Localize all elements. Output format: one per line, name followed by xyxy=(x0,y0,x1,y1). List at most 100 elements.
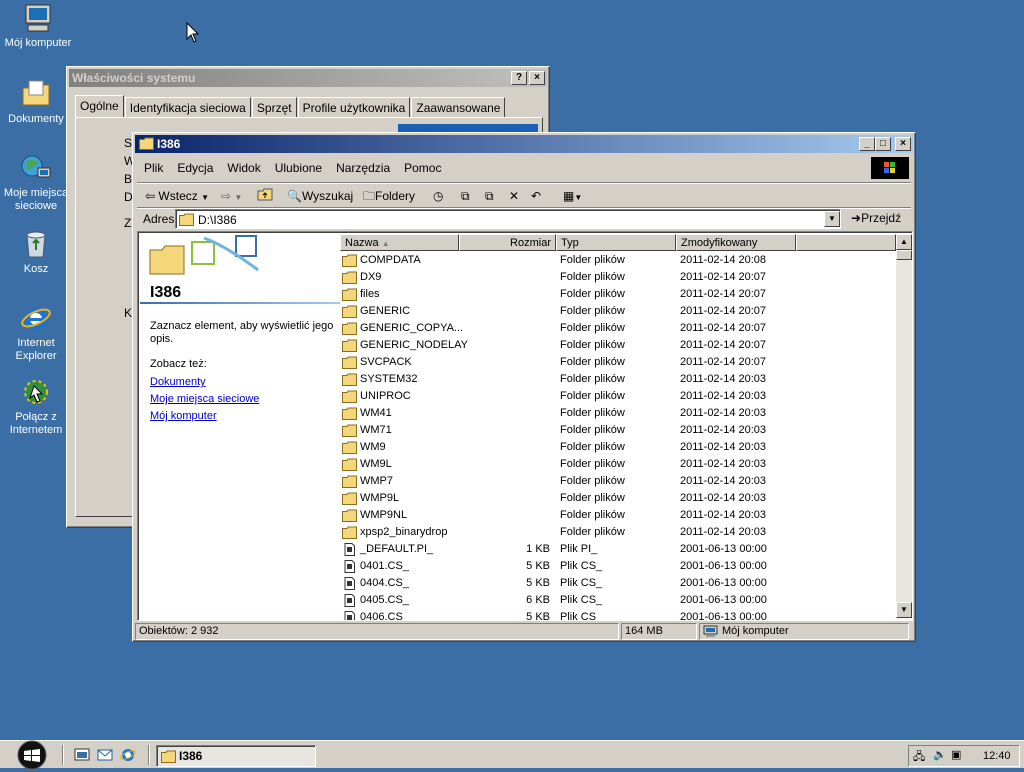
address-input[interactable]: D:\I386 ▼ xyxy=(175,209,841,229)
table-row[interactable]: WMP9L Folder plików 2011-02-14 20:03 xyxy=(340,490,896,507)
address-bar: Adres D:\I386 ▼ ➜Przejdź xyxy=(137,207,911,229)
volume-tray-icon[interactable]: 🔈 xyxy=(933,748,947,761)
column-header-type[interactable]: Typ xyxy=(556,234,676,251)
menu-help[interactable]: Pomoc xyxy=(397,157,448,179)
obscured-text: B xyxy=(124,172,133,186)
folders-button[interactable]: 🗀Foldery xyxy=(363,187,415,205)
undo-button[interactable]: ↶ xyxy=(531,187,541,205)
table-row[interactable]: COMPDATA Folder plików 2011-02-14 20:08 xyxy=(340,252,896,269)
table-row[interactable]: WMP7 Folder plików 2011-02-14 20:03 xyxy=(340,473,896,490)
desktop-icon-internet-explorer[interactable]: Internet Explorer xyxy=(0,302,74,363)
taskbar-button-i386[interactable]: I386 xyxy=(156,745,316,767)
explorer-titlebar[interactable]: I386 _ □ × xyxy=(135,135,913,153)
desktop-icon-documents[interactable]: Dokumenty xyxy=(0,78,74,126)
copy-to-button[interactable]: ⧉ xyxy=(485,187,494,205)
history-button[interactable]: ◷ xyxy=(433,187,443,205)
desktop-icon-my-computer[interactable]: Mój komputer xyxy=(0,2,76,50)
delete-button[interactable]: ✕ xyxy=(509,187,519,205)
back-button[interactable]: ⇦ Wstecz ▼ xyxy=(145,187,209,205)
folder-icon xyxy=(342,288,357,301)
monitor-tray-icon[interactable]: ▣ xyxy=(951,748,961,761)
start-button[interactable] xyxy=(10,739,54,770)
table-row[interactable]: WM9L Folder plików 2011-02-14 20:03 xyxy=(340,456,896,473)
desktop-icon-recycle-bin[interactable]: Kosz xyxy=(0,228,74,276)
desktop-icon-network-places[interactable]: Moje miejsca sieciowe xyxy=(0,152,74,213)
table-row[interactable]: GENERIC_NODELAY Folder plików 2011-02-14 2… xyxy=(340,337,896,354)
close-button[interactable]: × xyxy=(895,137,911,151)
table-row[interactable]: 0405.CS_ 6 KB Plik CS_ 2001-06-13 00:00 xyxy=(340,592,896,609)
tab-network-identification[interactable]: Identyfikacja sieciowa xyxy=(124,97,251,117)
tab-hardware[interactable]: Sprzęt xyxy=(251,97,297,117)
quicklaunch-internet-explorer[interactable] xyxy=(120,747,136,766)
link-network-places[interactable]: Moje miejsca sieciowe xyxy=(150,393,259,405)
folder-icon xyxy=(342,390,357,403)
column-header-modified[interactable]: Zmodyfikowany xyxy=(676,234,796,251)
go-button[interactable]: ➜Przejdź xyxy=(851,211,901,225)
cell-type: Folder plików xyxy=(560,305,625,317)
cell-modified: 2011-02-14 20:03 xyxy=(680,526,767,538)
clock[interactable]: 12:40 xyxy=(983,750,1011,762)
quicklaunch-outlook[interactable] xyxy=(97,747,113,766)
search-button[interactable]: 🔍Wyszukaj xyxy=(287,187,353,205)
maximize-button[interactable]: □ xyxy=(875,137,891,151)
table-row[interactable]: 0406.CS_ 5 KB Plik CS_ 2001-06-13 00:00 xyxy=(340,609,896,620)
tab-advanced[interactable]: Zaawansowane xyxy=(411,97,506,117)
file-icon xyxy=(344,577,355,590)
table-row[interactable]: 0404.CS_ 5 KB Plik CS_ 2001-06-13 00:00 xyxy=(340,575,896,592)
column-header-name[interactable]: Nazwa ▲ xyxy=(340,234,459,251)
system-properties-titlebar[interactable]: Właściwości systemu ? × xyxy=(69,69,547,87)
forward-button[interactable]: ⇨ ▼ xyxy=(221,187,242,205)
cell-type: Folder plików xyxy=(560,407,625,419)
menu-file[interactable]: Plik xyxy=(137,157,170,179)
network-tray-icon[interactable]: 🖧 xyxy=(913,748,925,767)
table-row[interactable]: files Folder plików 2011-02-14 20:07 xyxy=(340,286,896,303)
quicklaunch-show-desktop[interactable] xyxy=(74,747,90,766)
table-row[interactable]: UNIPROC Folder plików 2011-02-14 20:03 xyxy=(340,388,896,405)
cell-type: Folder plików xyxy=(560,322,625,334)
link-documents[interactable]: Dokumenty xyxy=(150,376,206,388)
table-row[interactable]: WM71 Folder plików 2011-02-14 20:03 xyxy=(340,422,896,439)
table-row[interactable]: xpsp2_binarydrop Folder plików 2011-02-14 … xyxy=(340,524,896,541)
column-header-size[interactable]: Rozmiar xyxy=(459,234,556,251)
table-row[interactable]: SYSTEM32 Folder plików 2011-02-14 20:03 xyxy=(340,371,896,388)
minimize-button[interactable]: _ xyxy=(859,137,875,151)
desktop-icon-connect-internet[interactable]: Połącz z Internetem xyxy=(0,376,74,437)
menu-tools[interactable]: Narzędzia xyxy=(329,157,397,179)
table-row[interactable]: GENERIC_COPYA... Folder plików 2011-02-14 … xyxy=(340,320,896,337)
scroll-down-button[interactable]: ▼ xyxy=(896,602,912,618)
close-button[interactable]: × xyxy=(529,71,545,85)
table-row[interactable]: WM41 Folder plików 2011-02-14 20:03 xyxy=(340,405,896,422)
desktop-icon-label: Dokumenty xyxy=(8,113,64,125)
table-row[interactable]: WM9 Folder plików 2011-02-14 20:03 xyxy=(340,439,896,456)
tab-user-profiles[interactable]: Profile użytkownika xyxy=(297,97,411,117)
status-bar: Obiektów: 2 932 164 MB Mój komputer xyxy=(135,623,913,641)
address-dropdown-button[interactable]: ▼ xyxy=(824,211,840,227)
views-button[interactable]: ▦▼ xyxy=(563,187,582,205)
up-folder-button[interactable] xyxy=(257,187,273,205)
tab-general[interactable]: Ogólne xyxy=(75,95,124,117)
window-title: I386 xyxy=(157,137,181,151)
table-row[interactable]: GENERIC Folder plików 2011-02-14 20:07 xyxy=(340,303,896,320)
menu-view[interactable]: Widok xyxy=(220,157,267,179)
menu-favorites[interactable]: Ulubione xyxy=(268,157,329,179)
cell-name: UNIPROC xyxy=(360,390,411,402)
move-to-button[interactable]: ⧉ xyxy=(461,187,470,205)
cell-type: Folder plików xyxy=(560,526,625,538)
menu-edit[interactable]: Edycja xyxy=(170,157,220,179)
copy-to-icon: ⧉ xyxy=(485,189,494,203)
vertical-scrollbar[interactable]: ▲ ▼ xyxy=(896,234,912,618)
scroll-thumb[interactable] xyxy=(896,250,912,260)
scroll-up-button[interactable]: ▲ xyxy=(896,234,912,250)
back-label: Wstecz xyxy=(158,189,198,203)
table-row[interactable]: DX9 Folder plików 2011-02-14 20:07 xyxy=(340,269,896,286)
table-row[interactable]: _DEFAULT.PI_ 1 KB Plik PI_ 2001-06-13 00:00 xyxy=(340,541,896,558)
table-row[interactable]: WMP9NL Folder plików 2011-02-14 20:03 xyxy=(340,507,896,524)
cell-name: WM41 xyxy=(360,407,392,419)
table-row[interactable]: 0401.CS_ 5 KB Plik CS_ 2001-06-13 00:00 xyxy=(340,558,896,575)
address-value: D:\I386 xyxy=(198,213,237,227)
link-my-computer[interactable]: Mój komputer xyxy=(150,410,217,422)
explorer-window[interactable]: I386 _ □ × Plik Edycja Widok Ulubione Narzęd… xyxy=(132,132,916,642)
table-row[interactable]: SVCPACK Folder plików 2011-02-14 20:07 xyxy=(340,354,896,371)
help-button[interactable]: ? xyxy=(511,71,527,85)
file-icon xyxy=(344,611,355,620)
